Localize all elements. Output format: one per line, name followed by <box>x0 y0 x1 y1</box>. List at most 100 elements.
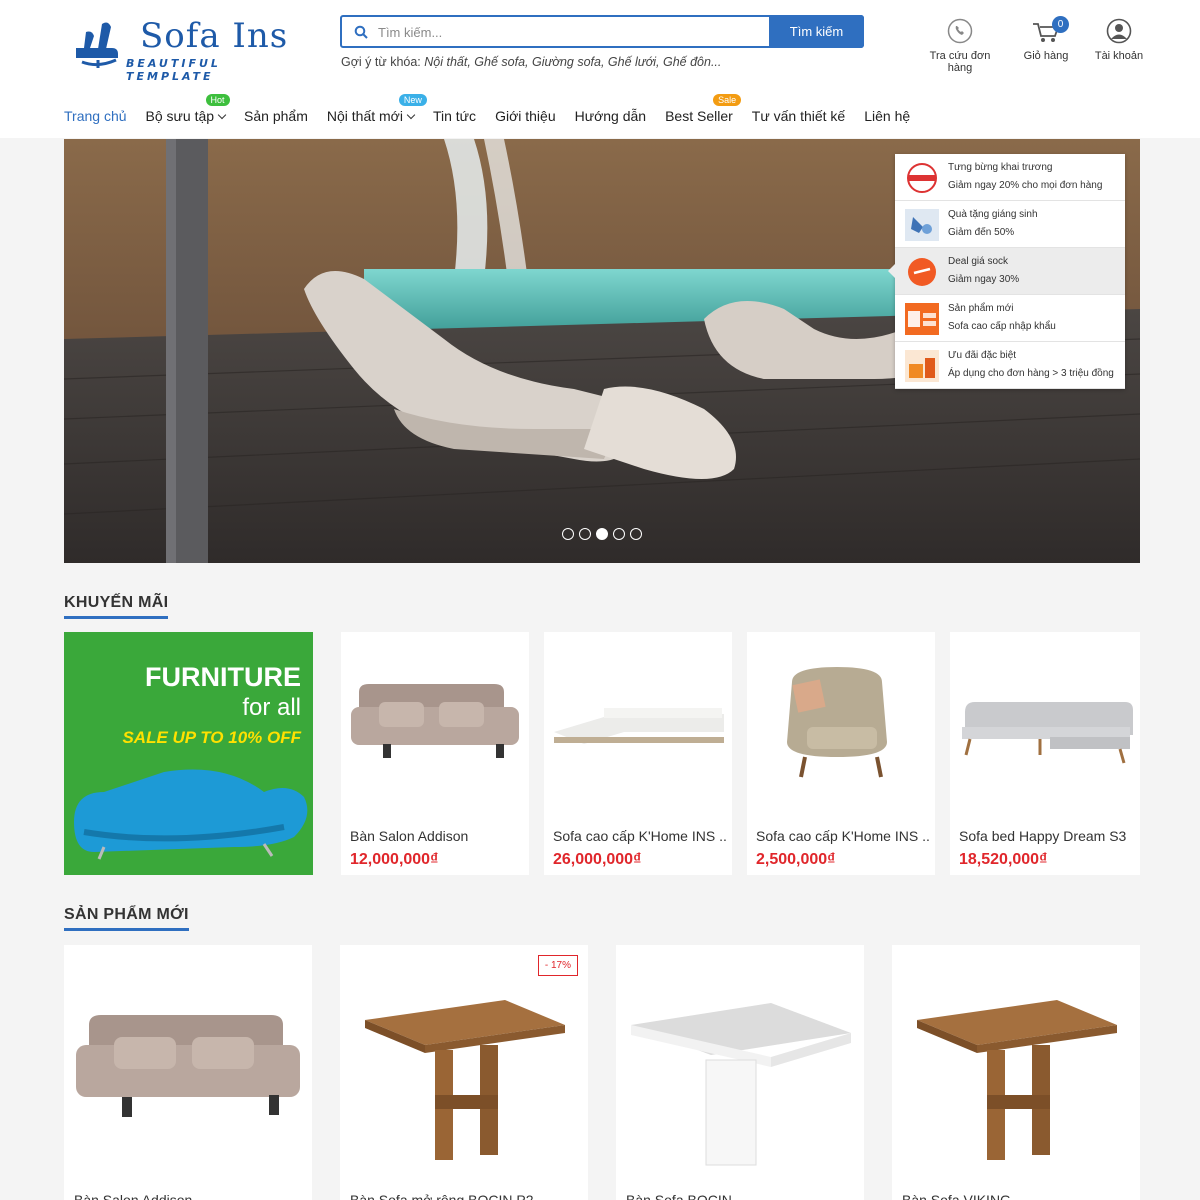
nav-new-furniture[interactable]: New Nội thất mới <box>326 94 427 124</box>
search-icon <box>354 25 368 39</box>
order-lookup-label: Tra cứu đơn hàng <box>929 50 991 74</box>
product-name[interactable]: Bàn Sofa mở rộng BOCIN P2 <box>350 1192 533 1200</box>
hero-slider[interactable]: Tưng bừng khai trương Giảm ngay 20% cho … <box>64 139 1140 563</box>
opening-stamp-icon <box>907 163 937 193</box>
promo-item[interactable]: Tưng bừng khai trương Giảm ngay 20% cho … <box>895 154 1125 201</box>
promo-subtitle: Giảm ngay 20% cho mọi đơn hàng <box>948 180 1103 191</box>
promo-item[interactable]: Quà tặng giáng sinh Giảm đến 50% <box>895 201 1125 248</box>
order-lookup-link[interactable]: Tra cứu đơn hàng <box>916 18 1004 74</box>
nav-products-label: Sản phẩm <box>244 108 308 124</box>
product-image <box>554 708 724 744</box>
nav-best-seller[interactable]: Sale Best Seller <box>665 94 742 124</box>
product-image <box>962 702 1133 764</box>
nav-collection-label: Bộ sưu tập <box>145 108 215 124</box>
blue-sofa-image <box>74 769 308 860</box>
site-header: Sofa Ins BEAUTIFUL TEMPLATE Tìm kiếm Gợi… <box>0 0 1200 138</box>
slider-dots <box>562 528 642 540</box>
slider-dot-active[interactable] <box>596 528 608 540</box>
new-burst-icon <box>908 258 936 286</box>
new-product-card[interactable]: Bàn Salon Addison <box>64 945 312 1200</box>
nav-design-consulting-label: Tư vấn thiết kế <box>751 108 846 124</box>
product-name[interactable]: Sofa cao cấp K'Home INS ... <box>553 828 728 844</box>
promo-item[interactable]: Deal giá sock Giảm ngay 30% <box>888 248 1125 295</box>
new-product-card[interactable]: Bàn Sofa VIKING <box>892 945 1140 1200</box>
product-price: 12,000,000₫ <box>350 851 439 868</box>
nav-best-seller-label: Best Seller <box>665 108 733 124</box>
logo[interactable]: Sofa Ins BEAUTIFUL TEMPLATE <box>72 16 312 83</box>
discount-badge: - 17% <box>537 955 578 976</box>
brand-tagline: BEAUTIFUL TEMPLATE <box>126 57 221 83</box>
brand-name: Sofa Ins <box>140 16 289 56</box>
product-price: 18,520,000₫ <box>959 851 1048 868</box>
account-link[interactable]: Tài khoản <box>1092 18 1146 62</box>
suggestions-list[interactable]: Nội thất, Ghế sofa, Giường sofa, Ghế lướ… <box>424 55 721 69</box>
user-icon <box>1106 18 1132 44</box>
product-image <box>76 1015 300 1117</box>
promo-title: Ưu đãi đặc biệt <box>948 350 1017 361</box>
product-price: 2,500,000₫ <box>756 851 836 868</box>
main-nav: Trang chủ Hot Bộ sưu tập Sản phẩm New Nộ… <box>64 94 929 128</box>
slider-dot[interactable] <box>579 528 591 540</box>
promo-subtitle: Giảm đến 50% <box>948 227 1015 238</box>
promo-item[interactable]: Sản phẩm mới Sofa cao cấp nhập khẩu <box>895 295 1125 342</box>
recliner-logo-icon <box>76 22 118 68</box>
new-products-section-title: SẢN PHẨM MỚI <box>64 906 189 931</box>
nav-about[interactable]: Giới thiệu <box>495 108 556 124</box>
product-name[interactable]: Sofa cao cấp K'Home INS ... <box>756 828 931 844</box>
promo-subtitle: Áp dụng cho đơn hàng > 3 triệu đồng <box>948 368 1114 379</box>
promo-title: Deal giá sock <box>948 256 1009 267</box>
new-product-card[interactable]: Bàn Sofa BOCIN <box>616 945 864 1200</box>
hot-badge: Hot <box>205 94 230 106</box>
promo-section-title: KHUYẾN MÃI <box>64 594 169 619</box>
nav-guide[interactable]: Hướng dẫn <box>575 108 646 124</box>
deal-tag-icon <box>905 303 939 335</box>
nav-news-label: Tin tức <box>432 108 477 124</box>
product-card[interactable]: Sofa cao cấp K'Home INS ... 26,000,000₫ <box>544 632 732 875</box>
nav-contact-label: Liên hệ <box>864 108 911 124</box>
product-price: 26,000,000₫ <box>553 851 642 868</box>
nav-contact[interactable]: Liên hệ <box>864 108 910 124</box>
phone-icon <box>947 18 973 44</box>
product-image <box>365 1000 565 1160</box>
promo-subtitle: Giảm ngay 30% <box>948 274 1020 285</box>
product-name[interactable]: Bàn Salon Addison <box>74 1192 192 1200</box>
product-card[interactable]: Sofa bed Happy Dream S3 18,520,000₫ <box>950 632 1140 875</box>
search-suggestions: Gợi ý từ khóa: Nội thất, Ghế sofa, Giườn… <box>341 55 721 69</box>
promo-subtitle: Sofa cao cấp nhập khẩu <box>948 321 1056 332</box>
promo-list: Tưng bừng khai trương Giảm ngay 20% cho … <box>888 154 1125 389</box>
special-offer-icon <box>905 350 939 382</box>
nav-products[interactable]: Sản phẩm <box>244 108 308 124</box>
slider-dot[interactable] <box>630 528 642 540</box>
nav-home-label: Trang chủ <box>64 108 127 124</box>
nav-about-label: Giới thiệu <box>495 108 556 124</box>
search-button[interactable]: Tìm kiếm <box>769 15 864 48</box>
cart-link[interactable]: 0 Giỏ hàng <box>1020 16 1072 62</box>
chevron-down-icon <box>406 110 416 120</box>
sale-banner[interactable]: FURNITURE for all SALE UP TO 10% OFF <box>64 632 313 875</box>
product-image <box>917 1000 1117 1160</box>
cart-label: Giỏ hàng <box>1023 50 1069 62</box>
nav-news[interactable]: Tin tức <box>433 108 476 124</box>
nav-guide-label: Hướng dẫn <box>574 108 647 124</box>
product-image <box>351 684 519 758</box>
product-card[interactable]: Bàn Salon Addison 12,000,000₫ <box>341 632 529 875</box>
product-name[interactable]: Bàn Sofa BOCIN <box>626 1192 732 1200</box>
slider-dot[interactable] <box>613 528 625 540</box>
chevron-down-icon <box>217 110 227 120</box>
product-image <box>631 1003 851 1166</box>
nav-collection[interactable]: Hot Bộ sưu tập <box>145 94 230 124</box>
product-name[interactable]: Bàn Sofa VIKING <box>902 1192 1011 1200</box>
product-card[interactable]: Sofa cao cấp K'Home INS ... 2,500,000₫ <box>747 632 935 875</box>
product-name[interactable]: Bàn Salon Addison <box>350 828 525 844</box>
slider-dot[interactable] <box>562 528 574 540</box>
new-product-card[interactable]: - 17% Bàn Sofa mở rộng BOCIN P2 <box>340 945 588 1200</box>
nav-home[interactable]: Trang chủ <box>64 108 127 124</box>
search-bar: Tìm kiếm <box>340 15 864 48</box>
nav-new-furniture-label: Nội thất mới <box>326 108 403 124</box>
gift-icon <box>905 209 939 241</box>
account-label: Tài khoản <box>1094 50 1144 62</box>
product-name[interactable]: Sofa bed Happy Dream S3 <box>959 828 1134 844</box>
nav-design-consulting[interactable]: Tư vấn thiết kế <box>752 108 845 124</box>
promo-item[interactable]: Ưu đãi đặc biệt Áp dụng cho đơn hàng > 3… <box>895 342 1125 389</box>
search-input[interactable] <box>378 21 768 43</box>
